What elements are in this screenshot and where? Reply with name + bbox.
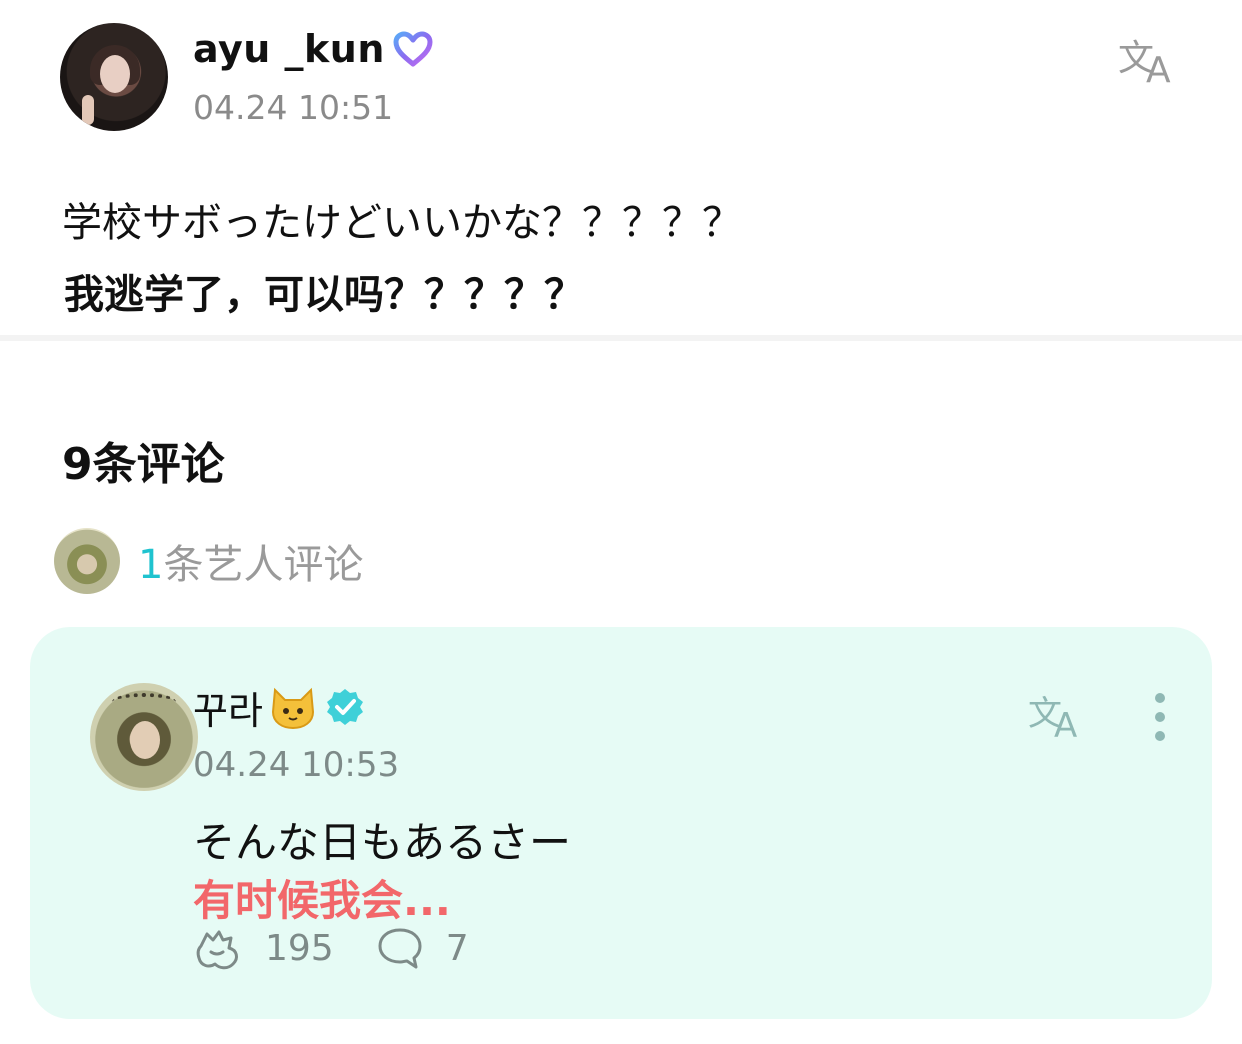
more-dot bbox=[1155, 693, 1165, 703]
avatar-face bbox=[100, 55, 130, 93]
comment-text-original: そんな日もあるさー bbox=[193, 818, 572, 867]
comment-timestamp: 04.24 10:53 bbox=[193, 745, 400, 785]
comment-actions: 195 7 bbox=[193, 923, 469, 973]
artist-comment-card[interactable]: 꾸라 04.24 10:53 文 A そんな日もあるさー 有时候我会... 19… bbox=[30, 627, 1212, 1019]
post-timestamp: 04.24 10:51 bbox=[193, 88, 394, 127]
heart-badge-icon bbox=[393, 31, 433, 67]
post-text-original: 学校サボったけどいいかな？？？？？ bbox=[62, 200, 742, 246]
reply-group[interactable]: 7 bbox=[374, 924, 469, 972]
username-row: ayu _kun bbox=[193, 27, 433, 71]
svg-text:A: A bbox=[1146, 50, 1171, 86]
reply-count: 7 bbox=[445, 927, 469, 969]
author-avatar[interactable] bbox=[60, 23, 168, 131]
reply-bubble-icon[interactable] bbox=[374, 924, 426, 972]
comment-text-translated[interactable]: 有时候我会... bbox=[193, 867, 451, 928]
cat-emoji-icon bbox=[271, 687, 314, 730]
translate-icon[interactable]: 文 A bbox=[1026, 687, 1090, 743]
artist-comments-label: 1条艺人评论 bbox=[138, 532, 363, 590]
avatar-crown bbox=[112, 693, 176, 711]
verified-badge-icon bbox=[326, 689, 363, 725]
commenter-name-row: 꾸라 bbox=[193, 683, 365, 733]
avatar-face bbox=[130, 721, 160, 759]
commenter-avatar[interactable] bbox=[90, 683, 198, 791]
more-vertical-icon[interactable] bbox=[1142, 693, 1178, 741]
svg-text:A: A bbox=[1054, 706, 1077, 743]
artist-comments-filter[interactable]: 1条艺人评论 bbox=[54, 528, 363, 594]
post-text-translated: 我逃学了，可以吗？？？？？ bbox=[64, 272, 584, 318]
artist-avatar-small bbox=[54, 528, 120, 594]
more-dot bbox=[1155, 712, 1165, 722]
post-header: ayu _kun 04.24 10:51 文 A bbox=[0, 0, 1242, 150]
commenter-name[interactable]: 꾸라 bbox=[193, 680, 263, 735]
comment-count-title: 9条评论 bbox=[62, 439, 225, 490]
author-username[interactable]: ayu _kun bbox=[193, 27, 385, 71]
like-icon[interactable] bbox=[193, 924, 245, 972]
like-count: 195 bbox=[265, 927, 334, 969]
more-dot bbox=[1155, 731, 1165, 741]
avatar-hand bbox=[82, 95, 94, 125]
artist-comment-count: 1 bbox=[138, 542, 164, 588]
section-divider bbox=[0, 335, 1242, 341]
artist-comment-label-text: 条艺人评论 bbox=[163, 542, 364, 588]
translate-icon[interactable]: 文 A bbox=[1116, 30, 1184, 86]
